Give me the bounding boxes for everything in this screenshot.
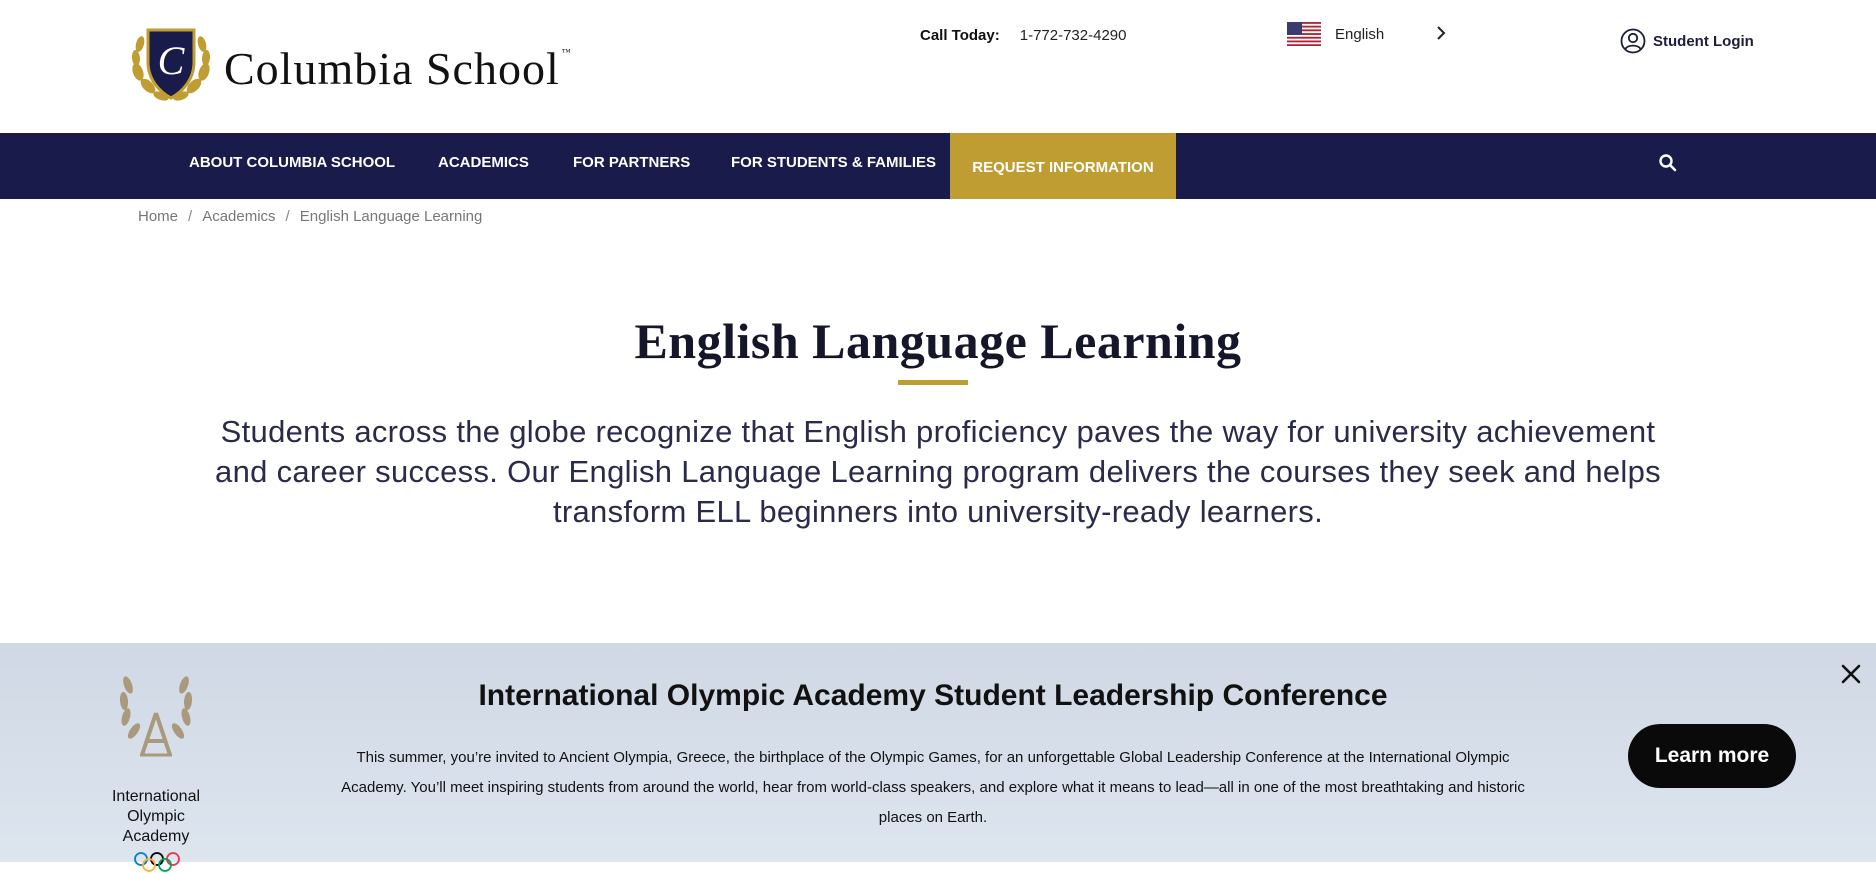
close-icon[interactable]	[1839, 662, 1863, 686]
student-login-link[interactable]: Student Login	[1620, 28, 1754, 54]
site-logo[interactable]: C Columbia School ™	[128, 22, 572, 104]
learn-more-button[interactable]: Learn more	[1628, 724, 1796, 788]
breadcrumb-separator: /	[188, 208, 193, 225]
intro-paragraph: Students across the globe recognize that…	[215, 414, 1661, 529]
olympic-rings-icon	[134, 852, 180, 872]
call-today: Call Today: 1-772-732-4290	[920, 27, 1127, 44]
banner-title: International Olympic Academy Student Le…	[478, 679, 1388, 712]
ioa-logo-line: Olympic	[127, 808, 185, 825]
trademark: ™	[561, 47, 572, 57]
nav-about[interactable]: ABOUT COLUMBIA SCHOOL	[189, 133, 395, 199]
ioa-logo-line: Academy	[122, 828, 190, 845]
call-label: Call Today:	[920, 27, 1000, 44]
breadcrumb: Home / Academics / English Language Lear…	[138, 208, 482, 225]
svg-text:C: C	[158, 38, 186, 83]
ioa-logo-line: International	[111, 788, 201, 805]
breadcrumb-academics[interactable]: Academics	[202, 208, 275, 225]
us-flag-icon	[1287, 22, 1321, 46]
breadcrumb-home[interactable]: Home	[138, 208, 178, 225]
brand-name: Columbia School	[224, 43, 560, 94]
search-icon[interactable]	[1658, 153, 1678, 173]
user-circle-icon	[1620, 28, 1646, 54]
banner-body: This summer, you’re invited to Ancient O…	[341, 749, 1525, 826]
language-label: English	[1335, 25, 1385, 43]
breadcrumb-current: English Language Learning	[299, 208, 483, 225]
promo-banner: International Olympic Academy Internatio…	[0, 643, 1876, 872]
chevron-right-icon	[1437, 26, 1446, 40]
page-title: English Language Learning	[634, 313, 1242, 369]
phone-number[interactable]: 1-772-732-4290	[1020, 27, 1127, 44]
title-underline	[898, 380, 968, 385]
main-nav: ABOUT COLUMBIA SCHOOL ACADEMICS FOR PART…	[0, 133, 1876, 199]
nav-academics[interactable]: ACADEMICS	[438, 133, 529, 199]
site-header: C Columbia School ™ Call Today: 1-772-732…	[0, 0, 1876, 133]
language-selector[interactable]: English	[1287, 20, 1447, 48]
request-information-button[interactable]: REQUEST INFORMATION	[950, 133, 1176, 199]
nav-for-partners[interactable]: FOR PARTNERS	[573, 133, 690, 199]
crest-icon: C	[131, 28, 211, 101]
nav-students-families[interactable]: FOR STUDENTS & FAMILIES	[731, 133, 936, 199]
breadcrumb-separator: /	[285, 208, 290, 225]
student-login-label: Student Login	[1653, 32, 1754, 50]
